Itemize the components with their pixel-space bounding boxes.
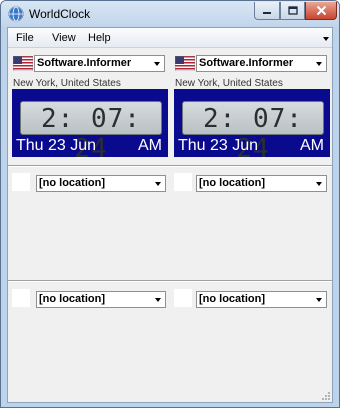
location-select-6[interactable]: [no location] — [196, 291, 327, 308]
clock-display-2: 2: 07: 24 Thu 23 Jun AM — [174, 89, 330, 164]
maximize-icon — [287, 5, 298, 15]
us-flag-icon — [175, 56, 195, 71]
location-select-3[interactable]: [no location] — [36, 175, 166, 192]
minimize-icon — [263, 11, 271, 14]
us-flag-icon — [13, 56, 33, 71]
empty-panel-1: [no location] — [10, 172, 170, 276]
chevron-down-icon[interactable] — [150, 56, 164, 71]
close-icon — [316, 5, 326, 16]
flag-placeholder — [12, 289, 30, 307]
chevron-down-icon[interactable] — [312, 292, 326, 307]
menu-view[interactable]: View — [52, 32, 76, 44]
location-select-1-value: Software.Informer — [37, 57, 132, 69]
location-select-2[interactable]: Software.Informer — [196, 55, 327, 72]
location-select-2-value: Software.Informer — [199, 57, 294, 69]
close-button[interactable] — [305, 2, 337, 20]
empty-panel-3: [no location] — [10, 288, 170, 392]
location-select-5[interactable]: [no location] — [36, 291, 166, 308]
divider — [8, 165, 332, 167]
clock-time-2: 2: 07: 24 — [203, 104, 303, 164]
flag-placeholder — [12, 173, 30, 191]
menu-file[interactable]: File — [16, 32, 34, 44]
clock-date-1: Thu 23 Jun — [16, 137, 97, 154]
lcd-screen-1: 2: 07: 24 — [20, 101, 162, 164]
clock-time-1: 2: 07: 24 — [41, 104, 141, 164]
client-area: File View Help Software.Informer New Yor… — [7, 27, 333, 403]
app-window: WorldClock File View Help Software.Infor… — [0, 0, 340, 408]
flag-placeholder — [174, 289, 192, 307]
location-select-1[interactable]: Software.Informer — [34, 55, 165, 72]
location-select-4-value: [no location] — [199, 177, 265, 189]
empty-panel-4: [no location] — [172, 288, 332, 392]
chevron-down-icon[interactable] — [151, 292, 165, 307]
clock-ampm-1: AM — [138, 137, 162, 154]
window-title: WorldClock — [29, 7, 91, 21]
lcd-screen-2: 2: 07: 24 — [182, 101, 324, 164]
chevron-down-icon[interactable] — [312, 56, 326, 71]
maximize-button[interactable] — [280, 2, 305, 20]
clock-date-2: Thu 23 Jun — [178, 137, 259, 154]
minimize-button[interactable] — [254, 2, 280, 20]
location-select-6-value: [no location] — [199, 293, 265, 305]
clock-panel-1: Software.Informer New York, United State… — [10, 52, 170, 164]
menu-bar: File View Help — [8, 28, 332, 48]
menu-help[interactable]: Help — [88, 32, 111, 44]
location-select-5-value: [no location] — [39, 293, 105, 305]
globe-icon — [8, 6, 24, 22]
empty-panel-2: [no location] — [172, 172, 332, 276]
chevron-down-icon[interactable] — [151, 176, 165, 191]
chevron-down-icon[interactable] — [323, 37, 329, 41]
clock-ampm-2: AM — [300, 137, 324, 154]
title-bar[interactable]: WorldClock — [1, 1, 339, 27]
location-name-2: New York, United States — [175, 78, 283, 89]
location-name-1: New York, United States — [13, 78, 121, 89]
chevron-down-icon[interactable] — [312, 176, 326, 191]
location-select-4[interactable]: [no location] — [196, 175, 327, 192]
clock-display-1: 2: 07: 24 Thu 23 Jun AM — [12, 89, 168, 164]
flag-placeholder — [174, 173, 192, 191]
resize-grip-icon[interactable] — [321, 391, 331, 401]
divider — [8, 280, 332, 282]
location-select-3-value: [no location] — [39, 177, 105, 189]
clock-panel-2: Software.Informer New York, United State… — [172, 52, 332, 164]
